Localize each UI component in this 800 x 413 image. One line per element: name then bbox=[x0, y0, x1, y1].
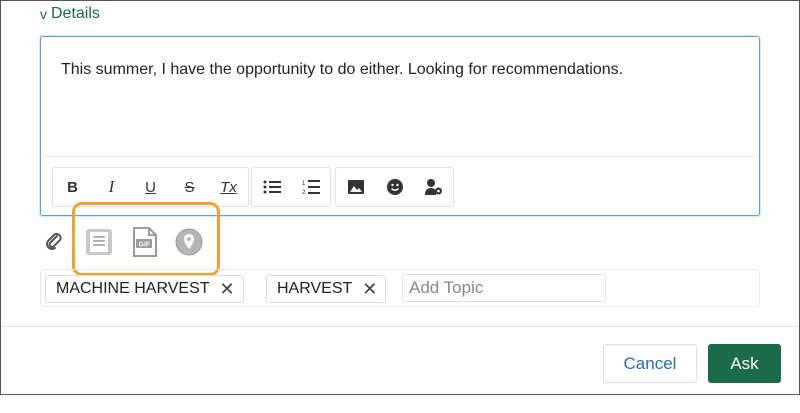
chevron-down-icon: v bbox=[40, 6, 47, 22]
attach-gif-button[interactable]: GIF bbox=[130, 227, 160, 257]
strikethrough-button[interactable]: S bbox=[170, 168, 209, 206]
editor-content[interactable]: This summer, I have the opportunity to d… bbox=[61, 61, 623, 79]
numbered-list-button[interactable]: 12 bbox=[291, 168, 330, 206]
strikethrough-icon: S bbox=[184, 178, 195, 196]
topic-chip: MACHINE HARVEST ✕ bbox=[45, 275, 244, 303]
footer-divider bbox=[1, 326, 799, 327]
details-toggle[interactable]: v Details bbox=[40, 5, 100, 23]
editor-divider bbox=[41, 156, 759, 157]
topic-chip-label: MACHINE HARVEST bbox=[56, 280, 210, 297]
remove-topic-icon[interactable]: ✕ bbox=[362, 280, 377, 298]
topics-field: MACHINE HARVEST ✕ HARVEST ✕ bbox=[40, 269, 760, 307]
svg-text:1: 1 bbox=[302, 181, 306, 187]
bold-button[interactable]: B bbox=[53, 168, 92, 206]
ask-button[interactable]: Ask bbox=[708, 344, 781, 383]
user-add-icon bbox=[424, 179, 442, 195]
topic-chip: HARVEST ✕ bbox=[266, 275, 387, 303]
bulleted-list-icon bbox=[263, 180, 281, 194]
italic-icon: I bbox=[108, 177, 115, 196]
bold-icon: B bbox=[67, 178, 78, 196]
svg-text:2: 2 bbox=[302, 190, 306, 195]
numbered-list-icon: 12 bbox=[302, 180, 320, 195]
topic-chip-label: HARVEST bbox=[277, 280, 353, 297]
cancel-button[interactable]: Cancel bbox=[603, 344, 697, 383]
mention-user-button[interactable] bbox=[414, 168, 453, 206]
underline-button[interactable]: U bbox=[131, 168, 170, 206]
emoji-icon bbox=[386, 179, 403, 195]
gif-icon: GIF bbox=[133, 227, 157, 257]
insert-group bbox=[335, 167, 454, 207]
svg-text:GIF: GIF bbox=[139, 242, 151, 249]
image-icon bbox=[347, 180, 364, 194]
italic-button[interactable]: I bbox=[92, 168, 131, 206]
clear-format-icon: Tx bbox=[220, 178, 237, 196]
ask-question-panel: v Details This summer, I have the opport… bbox=[0, 0, 800, 395]
add-topic-input[interactable] bbox=[402, 274, 606, 302]
location-pin-icon bbox=[175, 228, 203, 256]
remove-topic-icon[interactable]: ✕ bbox=[220, 280, 235, 298]
attach-document-button[interactable] bbox=[84, 227, 114, 257]
details-label: Details bbox=[51, 5, 100, 22]
text-format-group: B I U S Tx bbox=[52, 167, 249, 207]
bulleted-list-button[interactable] bbox=[252, 168, 291, 206]
underline-icon: U bbox=[145, 178, 156, 196]
document-icon bbox=[86, 229, 112, 255]
attach-location-button[interactable] bbox=[174, 227, 204, 257]
paperclip-icon[interactable] bbox=[44, 231, 64, 251]
clear-format-button[interactable]: Tx bbox=[209, 168, 248, 206]
rich-text-editor[interactable]: This summer, I have the opportunity to d… bbox=[40, 36, 760, 216]
list-format-group: 12 bbox=[251, 167, 331, 207]
attachment-row: GIF bbox=[40, 202, 240, 276]
insert-image-button[interactable] bbox=[336, 168, 375, 206]
insert-emoji-button[interactable] bbox=[375, 168, 414, 206]
